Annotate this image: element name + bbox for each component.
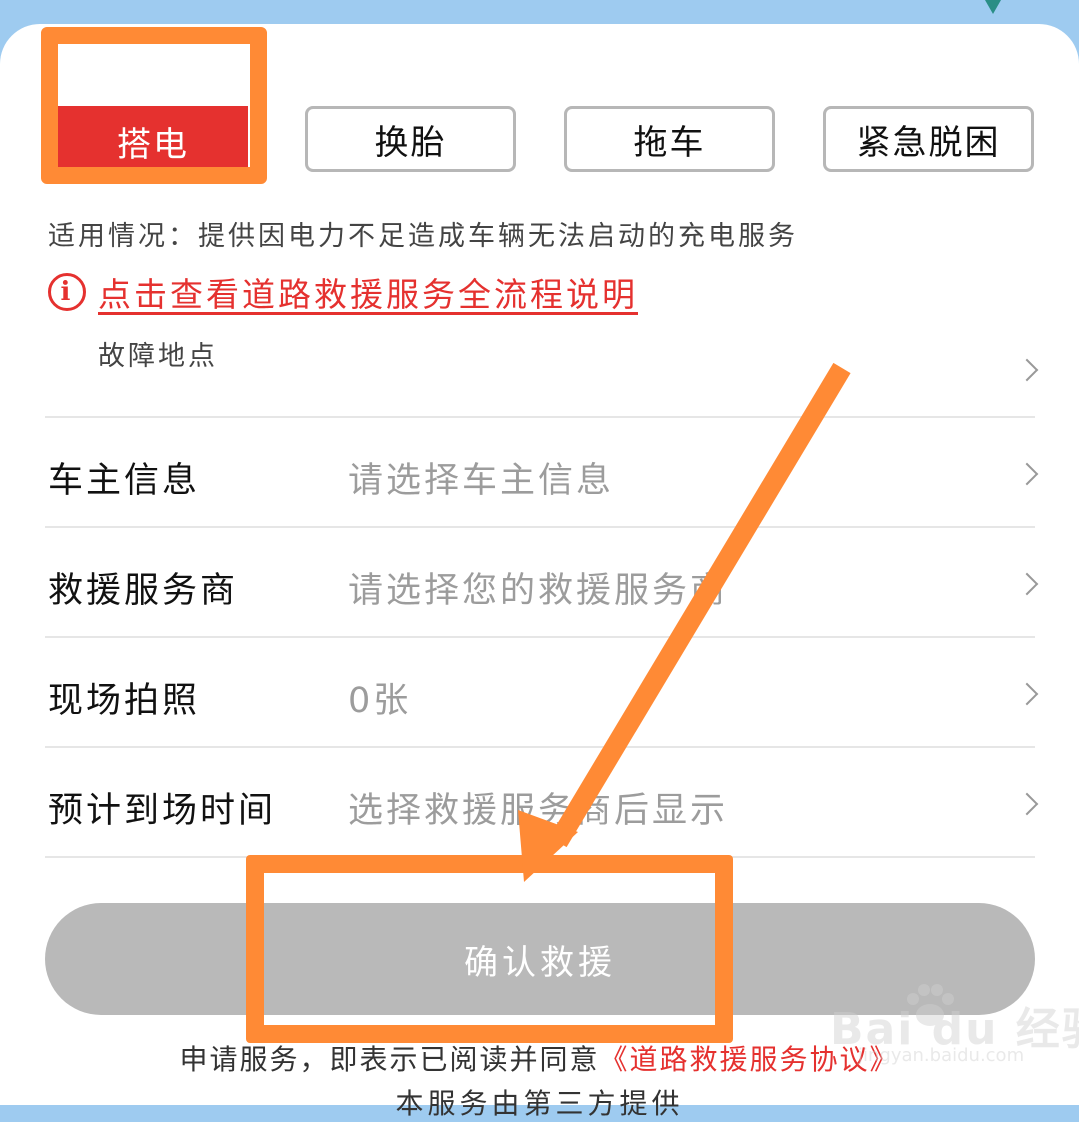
site-photo-count[interactable]: 0张 (348, 672, 411, 723)
chevron-right-icon[interactable] (1015, 462, 1039, 486)
arrival-time-label: 预计到场时间 (48, 791, 277, 831)
site-photo-row[interactable]: 现场拍照 0张 (0, 638, 1079, 746)
owner-info-label: 车主信息 (48, 461, 201, 501)
divider (45, 856, 1035, 858)
tab-jump-start[interactable]: 搭电 (58, 106, 248, 176)
applies-description: 适用情况：提供因电力不足造成车辆无法启动的充电服务 (48, 221, 798, 252)
arrival-time-value: 选择救援服务商后显示 (348, 791, 729, 831)
info-circle-icon: i (48, 273, 86, 311)
watermark: Bai du 经验 jingyan.baidu.com (830, 984, 1079, 1066)
third-party-notice: 本服务由第三方提供 (395, 1087, 684, 1120)
service-tabs: 搭电 换胎 拖车 紧急脱困 (0, 82, 1079, 176)
process-description-link[interactable]: i 点击查看道路救援服务全流程说明 (48, 268, 638, 316)
chevron-right-icon[interactable] (1015, 572, 1039, 596)
owner-info-value[interactable]: 请选择车主信息 (348, 452, 614, 503)
chevron-right-icon[interactable] (1015, 358, 1039, 382)
owner-info-row[interactable]: 车主信息 请选择车主信息 (0, 418, 1079, 526)
status-corner-marker (985, 0, 1001, 14)
site-photo-label: 现场拍照 (48, 681, 201, 721)
chevron-right-icon[interactable] (1015, 682, 1039, 706)
rescue-provider-row[interactable]: 救援服务商 请选择您的救援服务商 (0, 528, 1079, 636)
fault-location-label: 故障地点 (98, 341, 218, 372)
watermark-url: jingyan.baidu.com (858, 1045, 1025, 1066)
arrival-time-row[interactable]: 预计到场时间 选择救援服务商后显示 (0, 748, 1079, 856)
rescue-provider-value[interactable]: 请选择您的救援服务商 (348, 562, 728, 613)
agreement-prefix: 申请服务，即表示已阅读并同意 (179, 1043, 600, 1076)
chevron-right-icon[interactable] (1015, 792, 1039, 816)
rescue-provider-label: 救援服务商 (48, 571, 239, 611)
tab-tire-change[interactable]: 换胎 (305, 106, 516, 172)
tab-emergency-recovery[interactable]: 紧急脱困 (823, 106, 1034, 172)
process-link-label[interactable]: 点击查看道路救援服务全流程说明 (98, 268, 638, 316)
tab-towing[interactable]: 拖车 (564, 106, 775, 172)
